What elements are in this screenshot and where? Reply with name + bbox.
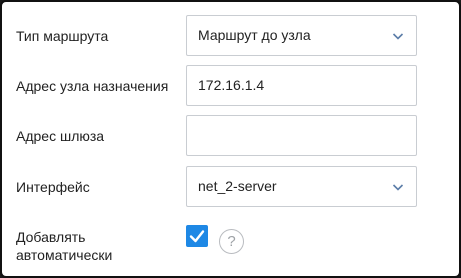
destination-address-label: Адрес узла назначения [16,78,169,94]
help-icon[interactable]: ? [219,229,244,254]
gateway-address-input[interactable] [186,115,417,156]
auto-add-checkbox[interactable] [186,225,208,247]
destination-address-value: 172.16.1.4 [198,77,265,93]
checkmark-icon [189,230,205,243]
chevron-down-icon [392,33,404,40]
route-type-value: Маршрут до узла [198,27,311,43]
interface-value: net_2-server [198,178,277,194]
interface-label: Интерфейс [16,179,90,195]
interface-select[interactable]: net_2-server [186,166,417,207]
route-type-label: Тип маршрута [16,28,109,44]
route-settings-panel: Тип маршрута Маршрут до узла Адрес узла … [0,0,461,278]
chevron-down-icon [392,184,404,191]
destination-address-input[interactable]: 172.16.1.4 [186,65,417,106]
auto-add-label-line1: Добавлять [16,229,86,245]
auto-add-label-line2: автоматически [16,247,113,263]
gateway-address-label: Адрес шлюза [16,128,105,144]
route-type-select[interactable]: Маршрут до узла [186,15,417,56]
